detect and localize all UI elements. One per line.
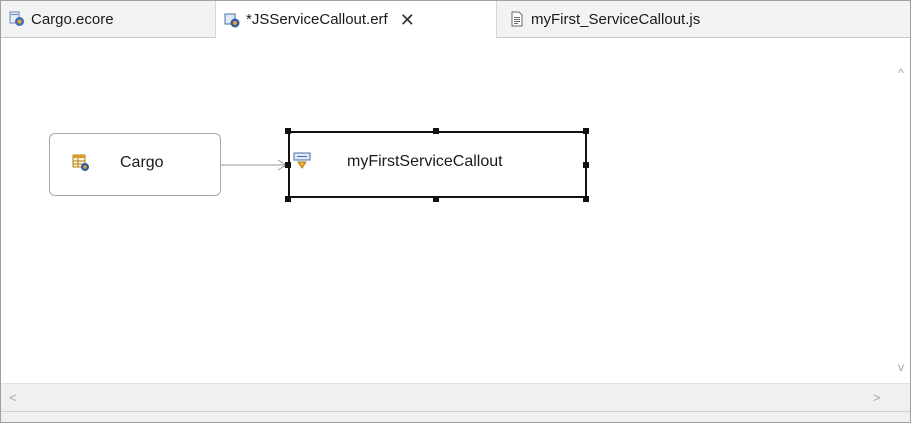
editor-bottom-bar	[1, 411, 910, 422]
tab-myfirst-servicecallout-js[interactable]: myFirst_ServiceCallout.js	[501, 1, 801, 37]
selection-handle-nw[interactable]	[285, 128, 291, 134]
selection-handle-w[interactable]	[285, 162, 291, 168]
service-callout-icon	[293, 151, 313, 171]
selection-handle-se[interactable]	[583, 196, 589, 202]
close-tab-icon[interactable]: ✕	[400, 11, 415, 29]
scroll-left-icon[interactable]: <	[9, 390, 17, 405]
scroll-down-icon[interactable]: v	[892, 360, 910, 374]
connection-arrow[interactable]	[1, 38, 892, 383]
tab-jsservicecallout-erf[interactable]: *JSServiceCallout.erf ✕	[215, 1, 497, 38]
selection-handle-n[interactable]	[433, 128, 439, 134]
editor-tab-bar: Cargo.ecore *JSServiceCallout.erf ✕ myFi…	[1, 1, 910, 38]
selection-handle-e[interactable]	[583, 162, 589, 168]
selection-handle-sw[interactable]	[285, 196, 291, 202]
scroll-up-icon[interactable]: ^	[892, 66, 910, 80]
selection-handle-ne[interactable]	[583, 128, 589, 134]
tab-label: myFirst_ServiceCallout.js	[531, 10, 701, 28]
entity-node-label: Cargo	[120, 154, 164, 171]
tab-cargo-ecore[interactable]: Cargo.ecore	[1, 1, 201, 37]
erf-diagram-icon	[224, 12, 240, 28]
diagram-canvas[interactable]: Cargo myFirstServiceCallout	[1, 38, 892, 383]
service-callout-label: myFirstServiceCallout	[347, 153, 503, 170]
vertical-scrollbar[interactable]: ^ v	[892, 38, 910, 383]
selection-handle-s[interactable]	[433, 196, 439, 202]
tab-label: Cargo.ecore	[31, 10, 114, 28]
scroll-right-icon[interactable]: >	[873, 390, 881, 405]
horizontal-scrollbar[interactable]: < >	[1, 383, 910, 412]
ecore-model-icon	[9, 11, 25, 27]
entity-node-cargo[interactable]: Cargo	[49, 133, 221, 196]
editor-window: Cargo.ecore *JSServiceCallout.erf ✕ myFi…	[0, 0, 911, 423]
entity-table-icon	[72, 154, 90, 172]
tab-label: *JSServiceCallout.erf	[246, 11, 388, 28]
js-file-icon	[509, 11, 525, 27]
service-callout-node[interactable]: myFirstServiceCallout	[288, 131, 587, 198]
